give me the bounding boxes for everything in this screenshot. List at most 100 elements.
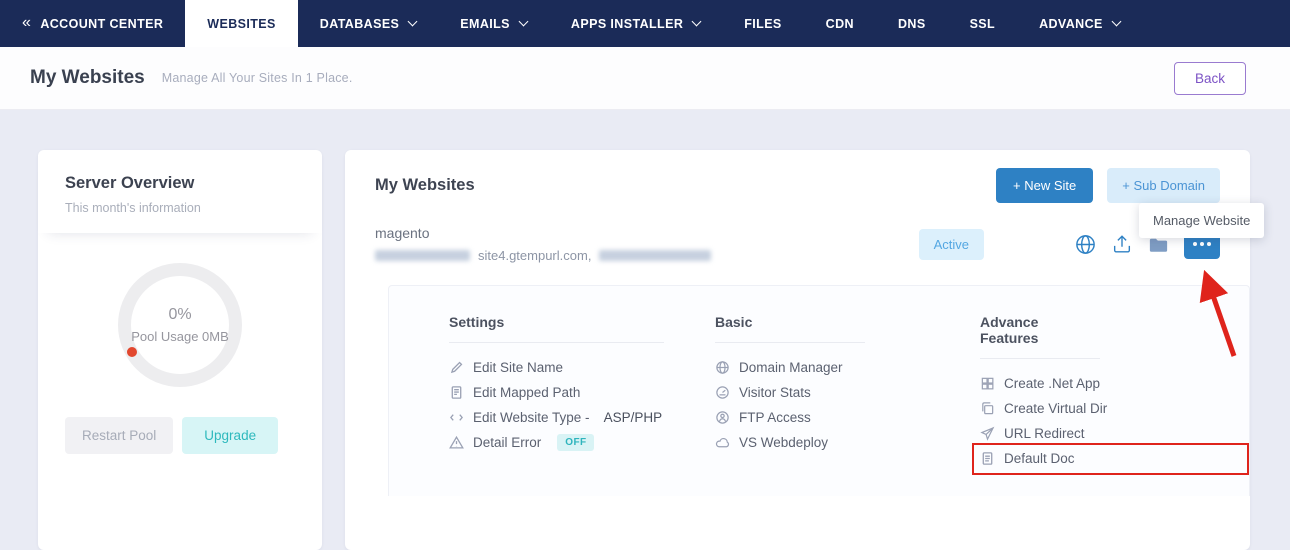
- menu-item-label: URL Redirect: [1004, 425, 1085, 441]
- menu-item-label: Default Doc: [1004, 450, 1075, 466]
- warning-icon: [449, 435, 464, 448]
- menu-item-url-redirect[interactable]: URL Redirect: [980, 425, 1249, 441]
- menu-settings-title: Settings: [449, 314, 664, 343]
- nav-files[interactable]: FILES: [722, 0, 803, 47]
- website-type-value: ASP/PHP: [603, 409, 663, 425]
- nav-label-databases: DATABASES: [319, 16, 400, 31]
- menu-item-detail-error[interactable]: Detail Error OFF: [449, 433, 715, 451]
- nav-label-files: FILES: [744, 16, 782, 31]
- gauge-center: 0% Pool Usage 0MB: [118, 263, 242, 387]
- website-row: magento site4.gtempurl.com, Active: [345, 225, 1250, 263]
- menu-item-edit-mapped-path[interactable]: Edit Mapped Path: [449, 384, 715, 400]
- manage-website-tooltip: Manage Website: [1139, 203, 1265, 238]
- nav-label-websites: WEBSITES: [207, 16, 276, 31]
- menu-item-label: Detail Error: [473, 434, 542, 450]
- pool-usage-gauge: 0% Pool Usage 0MB: [118, 263, 242, 387]
- send-icon: [980, 426, 995, 441]
- grid-icon: [981, 377, 994, 389]
- menu-item-edit-website-type[interactable]: Edit Website Type - ASP/PHP: [449, 409, 715, 425]
- nav-label-ssl: SSL: [969, 16, 996, 31]
- new-site-button[interactable]: + New Site: [996, 168, 1094, 203]
- status-badge: Active: [918, 228, 984, 260]
- server-overview-title: Server Overview: [65, 174, 195, 192]
- menu-item-label: Visitor Stats: [739, 384, 811, 400]
- menu-item-create-virtual-dir[interactable]: Create Virtual Dir: [980, 400, 1249, 416]
- server-overview-card: Server Overview This month's information…: [38, 150, 322, 550]
- restart-pool-button[interactable]: Restart Pool: [65, 417, 174, 454]
- menu-item-label: Create .Net App: [1004, 375, 1101, 391]
- domain-globe-icon[interactable]: [1074, 233, 1097, 256]
- server-overview-head: Server Overview This month's information: [38, 150, 322, 233]
- nav-account-center[interactable]: « ACCOUNT CENTER: [0, 0, 185, 47]
- menu-item-create-net-app[interactable]: Create .Net App: [980, 375, 1249, 391]
- nav-label-account-center: ACCOUNT CENTER: [40, 16, 164, 31]
- nav-label-cdn: CDN: [825, 16, 854, 31]
- nav-ssl[interactable]: SSL: [948, 0, 1018, 47]
- menu-item-visitor-stats[interactable]: Visitor Stats: [715, 384, 980, 400]
- menu-item-label: Domain Manager: [739, 359, 843, 375]
- menu-item-domain-manager[interactable]: Domain Manager: [715, 359, 980, 375]
- chevron-down-icon: [407, 16, 418, 27]
- top-navigation: « ACCOUNT CENTER WEBSITES DATABASES EMAI…: [0, 0, 1290, 47]
- nav-label-emails: EMAILS: [460, 16, 510, 31]
- menu-item-edit-site-name[interactable]: Edit Site Name: [449, 359, 715, 375]
- cloud-icon: [715, 437, 730, 447]
- site-name: magento: [375, 225, 430, 241]
- detail-error-off-badge: OFF: [557, 433, 595, 451]
- nav-databases[interactable]: DATABASES: [298, 0, 439, 47]
- menu-item-label: VS Webdeploy: [739, 434, 829, 450]
- user-icon: [716, 410, 729, 424]
- edit-icon: [450, 361, 463, 373]
- doc-icon: [982, 451, 993, 465]
- copy-icon: [982, 401, 994, 414]
- nav-websites[interactable]: WEBSITES: [185, 0, 298, 47]
- chevron-down-icon: [1111, 16, 1122, 27]
- chevron-down-icon: [518, 16, 529, 27]
- menu-item-vs-webdeploy[interactable]: VS Webdeploy: [715, 434, 980, 450]
- redacted-text: [375, 250, 470, 261]
- nav-dns[interactable]: DNS: [876, 0, 948, 47]
- arrows-icon: [450, 413, 463, 421]
- globe-icon: [716, 360, 729, 374]
- nav-emails[interactable]: EMAILS: [438, 0, 549, 47]
- menu-column-basic: Basic Domain Manager Visitor Stats FTP A…: [715, 314, 980, 466]
- pool-usage-label: Pool Usage 0MB: [131, 329, 229, 344]
- my-websites-card: My Websites + New Site + Sub Domain mage…: [345, 150, 1250, 550]
- default-doc-highlight-box: Default Doc: [972, 443, 1249, 475]
- menu-item-label: Edit Mapped Path: [473, 384, 581, 400]
- pool-buttons: Restart Pool Upgrade: [65, 417, 295, 454]
- chevron-down-icon: [691, 16, 702, 27]
- nav-label-apps-installer: APPS INSTALLER: [570, 16, 684, 31]
- site-domain-visible: site4.gtempurl.com,: [478, 248, 592, 263]
- head-buttons: + New Site + Sub Domain: [996, 168, 1220, 203]
- menu-advance-title: Advance Features: [980, 314, 1100, 359]
- site-domain: site4.gtempurl.com,: [375, 248, 919, 263]
- my-websites-head: My Websites + New Site + Sub Domain: [345, 150, 1250, 203]
- page-title: My Websites: [30, 67, 145, 88]
- manage-website-menu: Settings Edit Site Name Edit Mapped Path…: [388, 285, 1250, 496]
- nav-label-advance: ADVANCE: [1039, 16, 1103, 31]
- menu-item-label: Create Virtual Dir: [1004, 400, 1108, 416]
- upgrade-button[interactable]: Upgrade: [182, 417, 279, 454]
- site-info: magento site4.gtempurl.com,: [375, 225, 919, 263]
- my-websites-title: My Websites: [375, 176, 475, 194]
- menu-item-label: Edit Site Name: [473, 359, 564, 375]
- page-header: My Websites Manage All Your Sites In 1 P…: [0, 47, 1290, 110]
- pool-usage-percent: 0%: [168, 306, 192, 323]
- menu-item-default-doc[interactable]: Default Doc: [980, 450, 1075, 466]
- sub-domain-button[interactable]: + Sub Domain: [1107, 168, 1220, 203]
- nav-cdn[interactable]: CDN: [804, 0, 876, 47]
- server-overview-subtitle: This month's information: [65, 201, 201, 215]
- page-subtitle: Manage All Your Sites In 1 Place.: [161, 71, 353, 85]
- menu-item-ftp-access[interactable]: FTP Access: [715, 409, 980, 425]
- nav-apps-installer[interactable]: APPS INSTALLER: [549, 0, 722, 47]
- menu-basic-title: Basic: [715, 314, 865, 343]
- nav-label-dns: DNS: [897, 16, 926, 31]
- nav-advance[interactable]: ADVANCE: [1017, 0, 1142, 47]
- menu-column-settings: Settings Edit Site Name Edit Mapped Path…: [449, 314, 715, 466]
- double-chevron-left-icon: «: [22, 13, 32, 31]
- menu-column-advance-features: Advance Features Create .Net App Create …: [972, 314, 1249, 475]
- back-button[interactable]: Back: [1173, 61, 1246, 95]
- upload-icon[interactable]: [1111, 233, 1133, 255]
- document-icon: [451, 385, 462, 399]
